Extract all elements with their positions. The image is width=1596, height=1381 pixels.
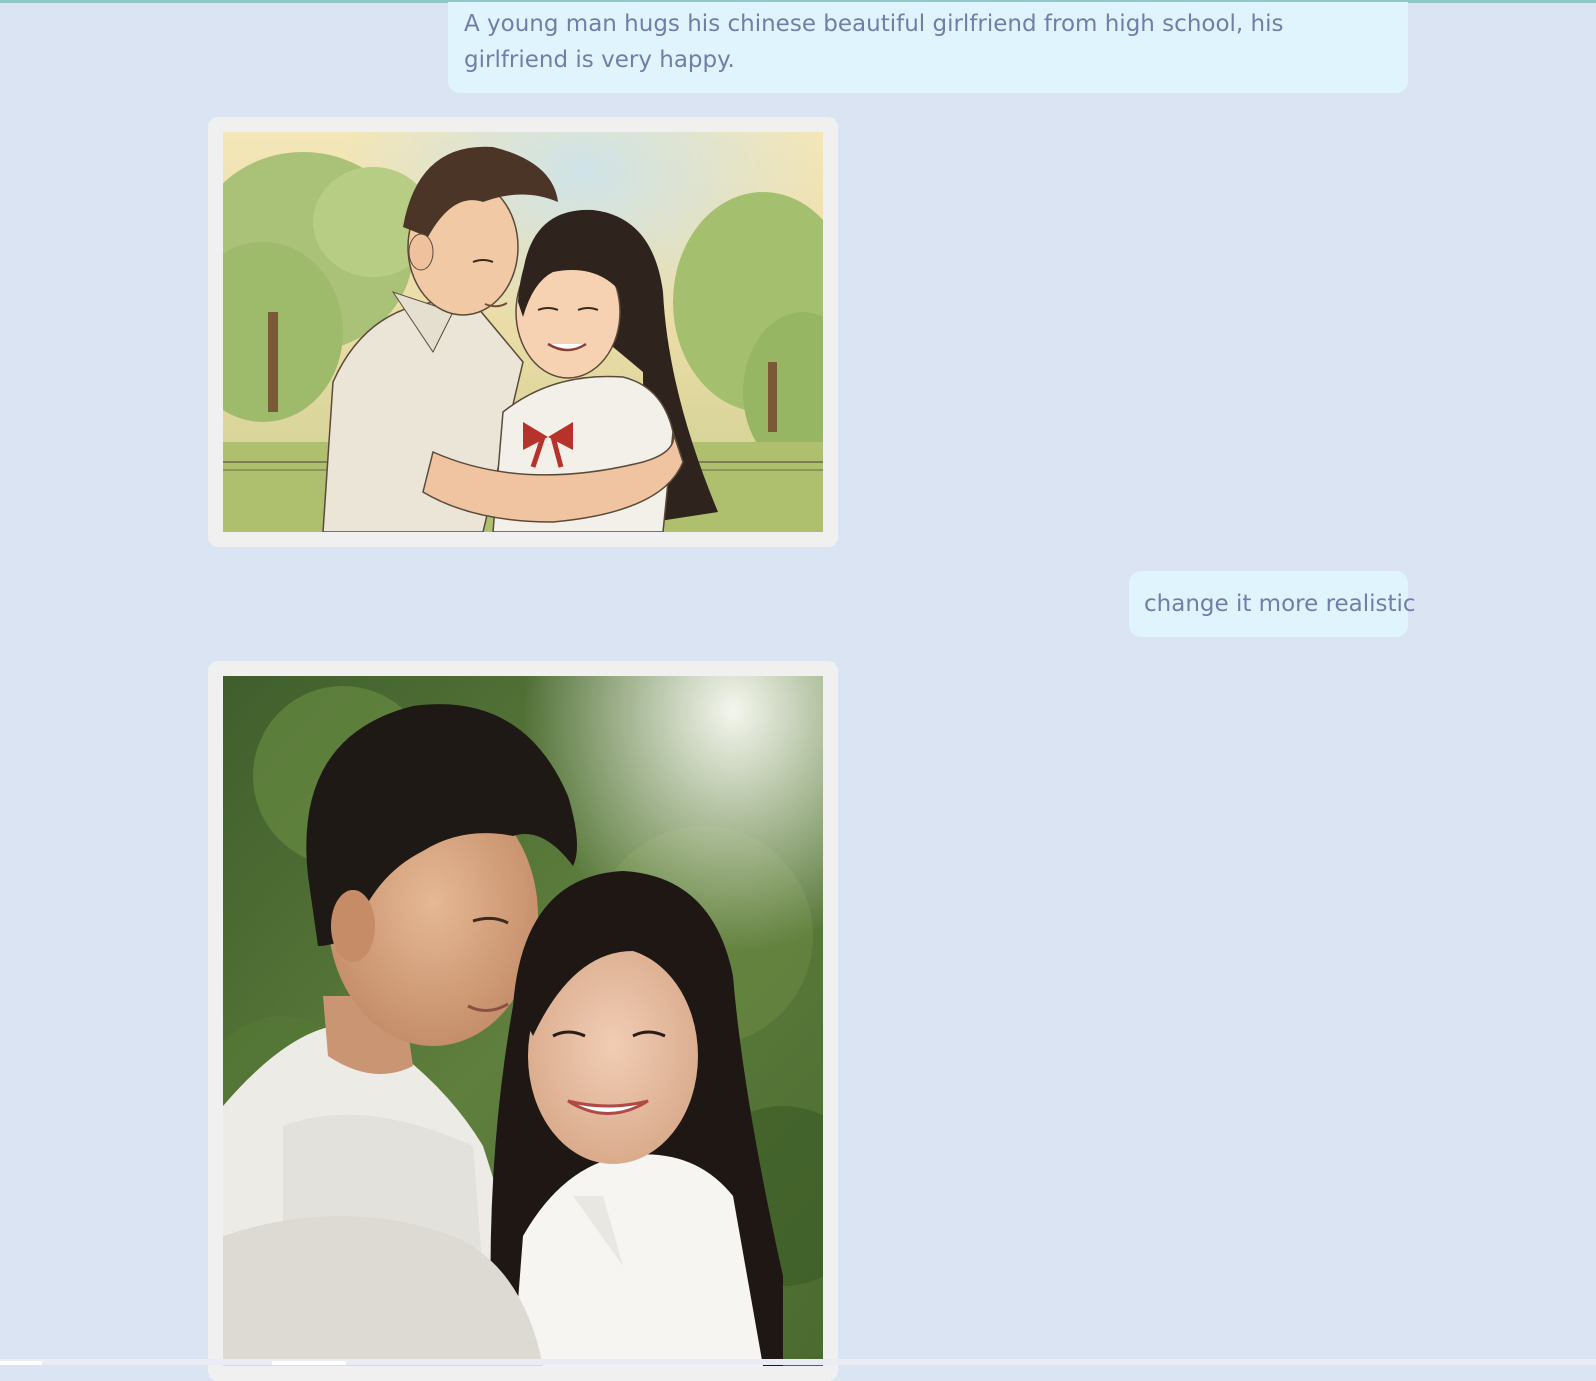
- bottom-scroll-strip: [0, 1359, 1596, 1365]
- generated-image-card[interactable]: [208, 117, 838, 547]
- user-message-text: change it more realistic: [1144, 591, 1416, 617]
- generated-image-card[interactable]: [208, 661, 838, 1381]
- user-message-text: A young man hugs his chinese beautiful g…: [464, 11, 1284, 73]
- generated-image-illustration[interactable]: [223, 132, 823, 532]
- photo-image: [223, 676, 823, 1366]
- illustration-image: [223, 132, 823, 532]
- user-message-bubble: A young man hugs his chinese beautiful g…: [448, 2, 1408, 93]
- bottom-strip-segment: [0, 1361, 42, 1365]
- user-message-bubble: change it more realistic: [1129, 571, 1416, 637]
- generated-image-photo[interactable]: [223, 676, 823, 1366]
- bottom-strip-segment: [272, 1361, 346, 1365]
